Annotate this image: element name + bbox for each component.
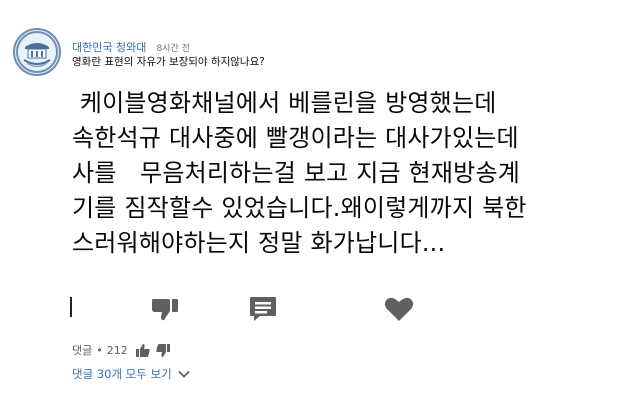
post-time: 8시간 전 — [156, 44, 190, 54]
channel-name[interactable]: 대한민국 청와대 — [72, 41, 146, 54]
post-body-line: 사를 무음처리하는걸 보고 지금 현재방송계 — [72, 159, 521, 187]
post-action-bar — [70, 294, 420, 328]
post-body-line: 케이블영화채널에서 베를린을 방영했는데 — [72, 89, 497, 117]
thumbs-down-icon — [152, 299, 178, 321]
heart-icon — [384, 297, 414, 321]
comment-button[interactable] — [246, 294, 280, 324]
blue-house-logo-icon — [16, 31, 58, 73]
channel-avatar[interactable] — [13, 28, 61, 76]
view-all-comments-link[interactable]: 댓글 30개 모두 보기 — [72, 366, 190, 382]
post-header: 대한민국 청와대 8시간 전 — [72, 36, 190, 54]
comments-label: 댓글 — [72, 344, 93, 357]
post-body: 케이블영화채널에서 베를린을 방영했는데 속한석규 대사중에 빨갱이라는 대사가… — [72, 86, 592, 261]
thumbs-up-icon — [135, 343, 150, 357]
post-body-line: 속한석규 대사중에 빨갱이라는 대사가있는데 — [72, 124, 519, 152]
separator-dot: • — [96, 343, 103, 357]
chevron-down-icon — [178, 370, 190, 378]
like-button[interactable] — [382, 294, 416, 324]
comment-count: 212 — [106, 343, 128, 357]
text-cursor — [70, 297, 72, 317]
dislike-button[interactable] — [148, 294, 182, 324]
mini-like-button[interactable] — [135, 343, 150, 357]
comment-icon — [250, 297, 276, 321]
comment-stats: 댓글 • 212 — [72, 342, 170, 358]
view-all-comments-label: 댓글 30개 모두 보기 — [72, 367, 172, 381]
post-body-line: 기를 짐작할수 있었습니다.왜이렇게까지 북한 — [72, 194, 527, 222]
post-title: 영화란 표현의 자유가 보장되야 하지않나요? — [72, 56, 265, 68]
post-body-line: 스러워해야하는지 정말 화가납니다... — [72, 229, 446, 257]
mini-dislike-button[interactable] — [156, 343, 170, 357]
thumbs-down-icon — [156, 343, 170, 357]
